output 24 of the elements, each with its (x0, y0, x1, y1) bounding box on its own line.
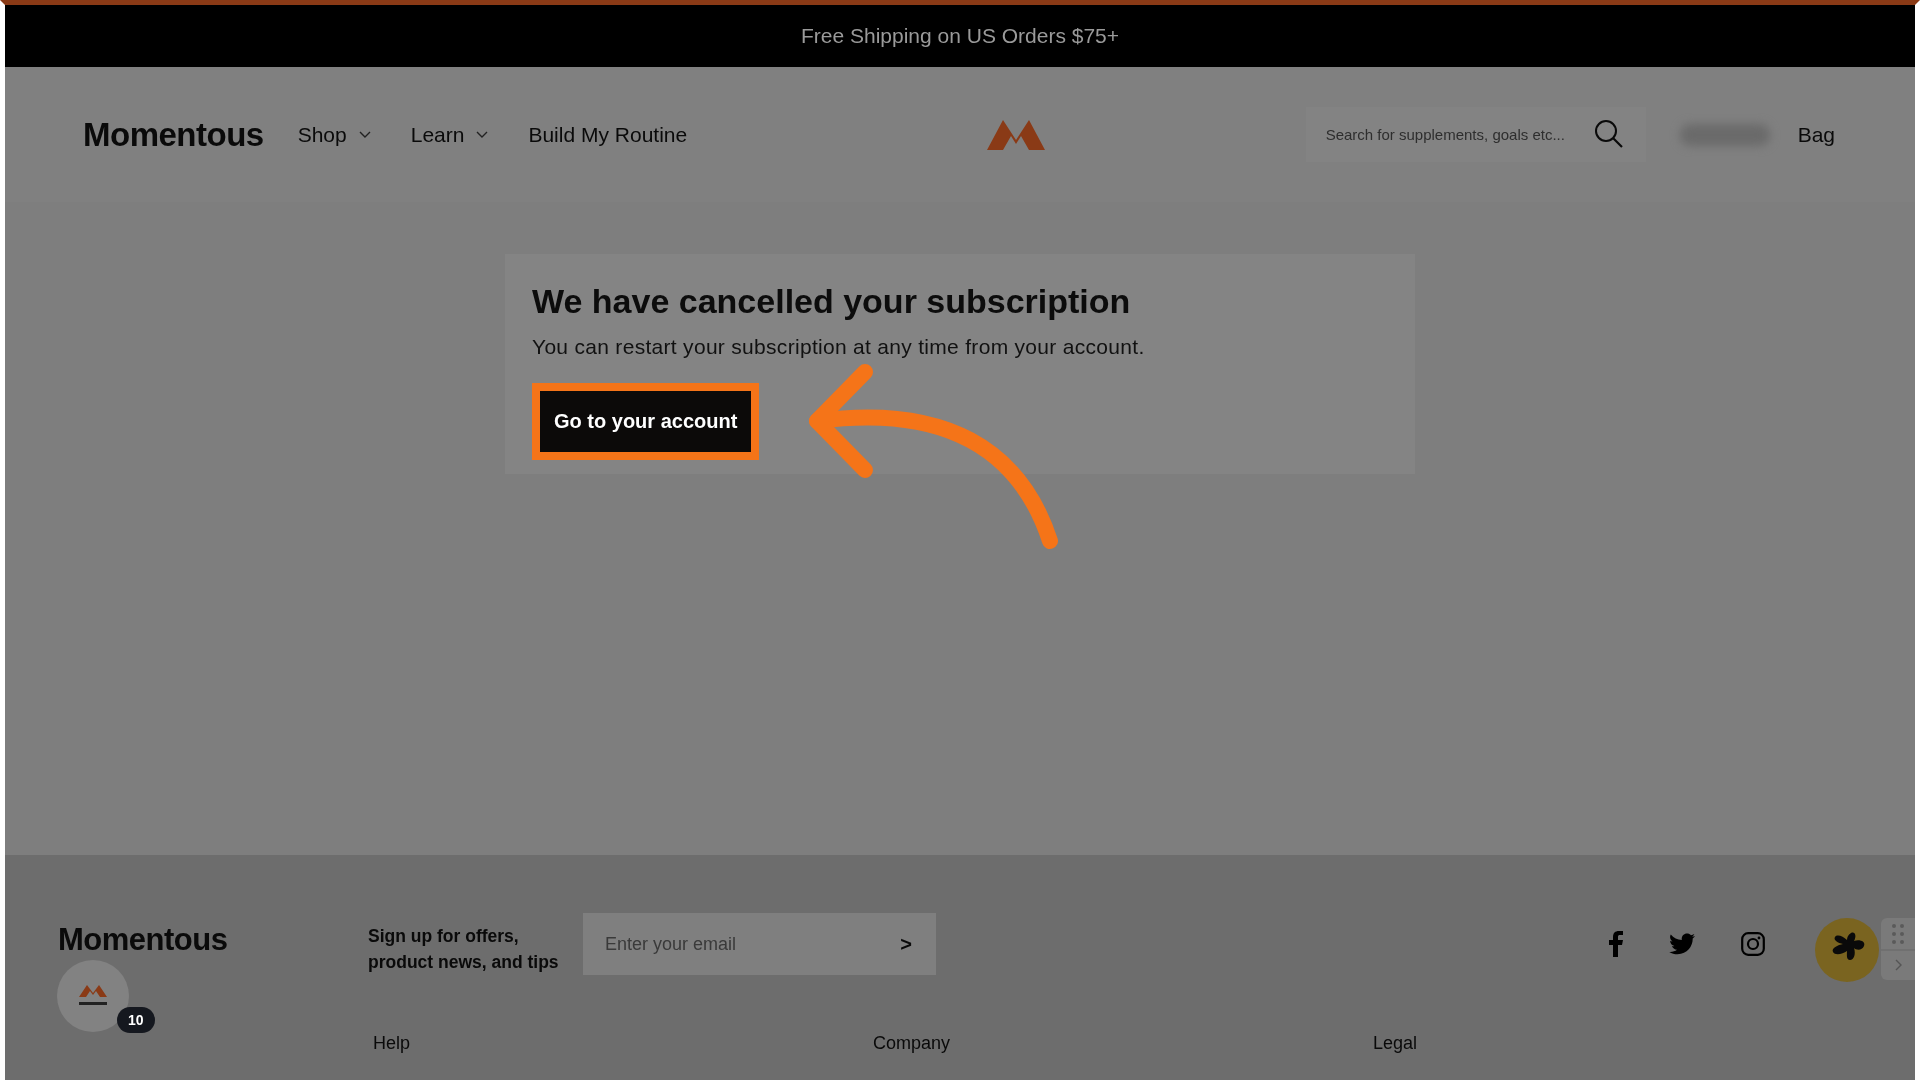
chevron-down-icon (358, 130, 371, 139)
twitter-icon[interactable] (1669, 933, 1695, 955)
chevron-down-icon (476, 130, 489, 139)
search-icon[interactable] (1593, 119, 1624, 149)
announcement-text: Free Shipping on US Orders $75+ (800, 24, 1120, 48)
footer-logo[interactable]: Momentous (58, 922, 368, 958)
signup-text: Sign up for offers, product news, and tips (368, 925, 560, 974)
facebook-icon[interactable] (1609, 931, 1623, 957)
footer-heading: Help (373, 1033, 412, 1054)
footer-heading: Legal (1373, 1033, 1419, 1054)
count-badge: 10 (117, 1007, 155, 1033)
instagram-icon[interactable] (1741, 932, 1765, 956)
info-text: You can restart your subscription at any time from your account. (532, 335, 1146, 359)
page-heading: We have cancelled your subscription (532, 282, 1132, 321)
nav-link[interactable]: Build My Routine (528, 122, 688, 147)
logo-icon (987, 119, 1046, 150)
footer-heading: Company (873, 1033, 952, 1054)
submit-button[interactable]: > (896, 932, 916, 956)
bag-link[interactable]: Bag (1797, 122, 1835, 147)
account-button[interactable]: Go to your account (540, 391, 752, 452)
nav-link[interactable]: Learn (410, 122, 489, 147)
nav-link[interactable]: Shop (297, 122, 371, 147)
email-field[interactable]: Enter your email > (583, 913, 936, 975)
brand-logo[interactable]: Momentous (83, 115, 264, 154)
